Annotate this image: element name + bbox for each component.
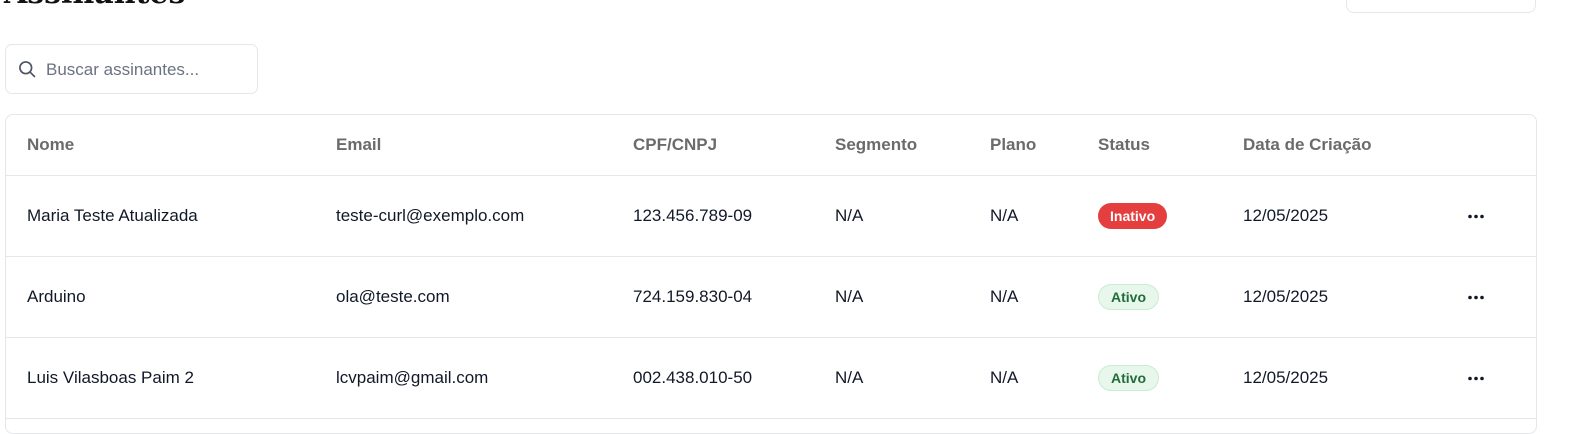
cell-nome: Arduino <box>27 287 86 306</box>
column-header-email[interactable]: Email <box>336 135 381 155</box>
column-header-plano[interactable]: Plano <box>990 135 1036 155</box>
column-header-data-criacao[interactable]: Data de Criação <box>1243 135 1372 155</box>
table-row[interactable]: Luis Vilasboas Paim 2 lcvpaim@gmail.com … <box>6 338 1536 419</box>
more-horizontal-icon <box>1468 376 1484 380</box>
status-badge-cell: Ativo <box>1098 284 1159 310</box>
row-actions-cell <box>1458 363 1494 393</box>
table-header-row: Nome Email CPF/CNPJ Segmento Plano Statu… <box>6 115 1536 176</box>
status-badge-cell: Ativo <box>1098 365 1159 391</box>
cell-data-criacao: 12/05/2025 <box>1243 206 1329 225</box>
cell-data-criacao: 12/05/2025 <box>1243 287 1329 306</box>
cell-cpf-cnpj: 123.456.789-09 <box>633 206 753 225</box>
column-header-status[interactable]: Status <box>1098 135 1150 155</box>
cell-nome: Luis Vilasboas Paim 2 <box>27 368 194 387</box>
cell-plano: N/A <box>990 368 1019 387</box>
row-actions-button[interactable] <box>1458 201 1494 231</box>
status-badge: Ativo <box>1098 365 1159 391</box>
row-actions-button[interactable] <box>1458 363 1494 393</box>
search-icon <box>19 61 36 78</box>
cell-segmento: N/A <box>835 206 864 225</box>
column-header-segmento[interactable]: Segmento <box>835 135 917 155</box>
cell-email: lcvpaim@gmail.com <box>336 368 489 387</box>
more-horizontal-icon <box>1468 214 1484 218</box>
cell-plano: N/A <box>990 287 1019 306</box>
header-action-button[interactable] <box>1346 0 1536 13</box>
row-actions-cell <box>1458 282 1494 312</box>
status-badge: Ativo <box>1098 284 1159 310</box>
page-title: Assinantes <box>4 0 185 10</box>
column-header-nome[interactable]: Nome <box>27 135 74 155</box>
cell-email: teste-curl@exemplo.com <box>336 206 525 225</box>
table-row[interactable]: Arduino ola@teste.com 724.159.830-04 N/A… <box>6 257 1536 338</box>
cell-segmento: N/A <box>835 368 864 387</box>
cell-segmento: N/A <box>835 287 864 306</box>
subscribers-table: Nome Email CPF/CNPJ Segmento Plano Statu… <box>5 114 1537 434</box>
more-horizontal-icon <box>1468 295 1484 299</box>
search-box[interactable] <box>5 44 258 94</box>
cell-data-criacao: 12/05/2025 <box>1243 368 1329 387</box>
table-row[interactable]: Maria Teste Atualizada teste-curl@exempl… <box>6 176 1536 257</box>
column-header-cpf-cnpj[interactable]: CPF/CNPJ <box>633 135 717 155</box>
cell-cpf-cnpj: 724.159.830-04 <box>633 287 753 306</box>
cell-cpf-cnpj: 002.438.010-50 <box>633 368 753 387</box>
row-actions-button[interactable] <box>1458 282 1494 312</box>
row-actions-cell <box>1458 201 1494 231</box>
status-badge: Inativo <box>1098 203 1168 229</box>
cell-plano: N/A <box>990 206 1019 225</box>
cell-nome: Maria Teste Atualizada <box>27 206 198 225</box>
cell-email: ola@teste.com <box>336 287 450 306</box>
search-input[interactable] <box>46 55 246 85</box>
status-badge-cell: Inativo <box>1098 203 1168 229</box>
